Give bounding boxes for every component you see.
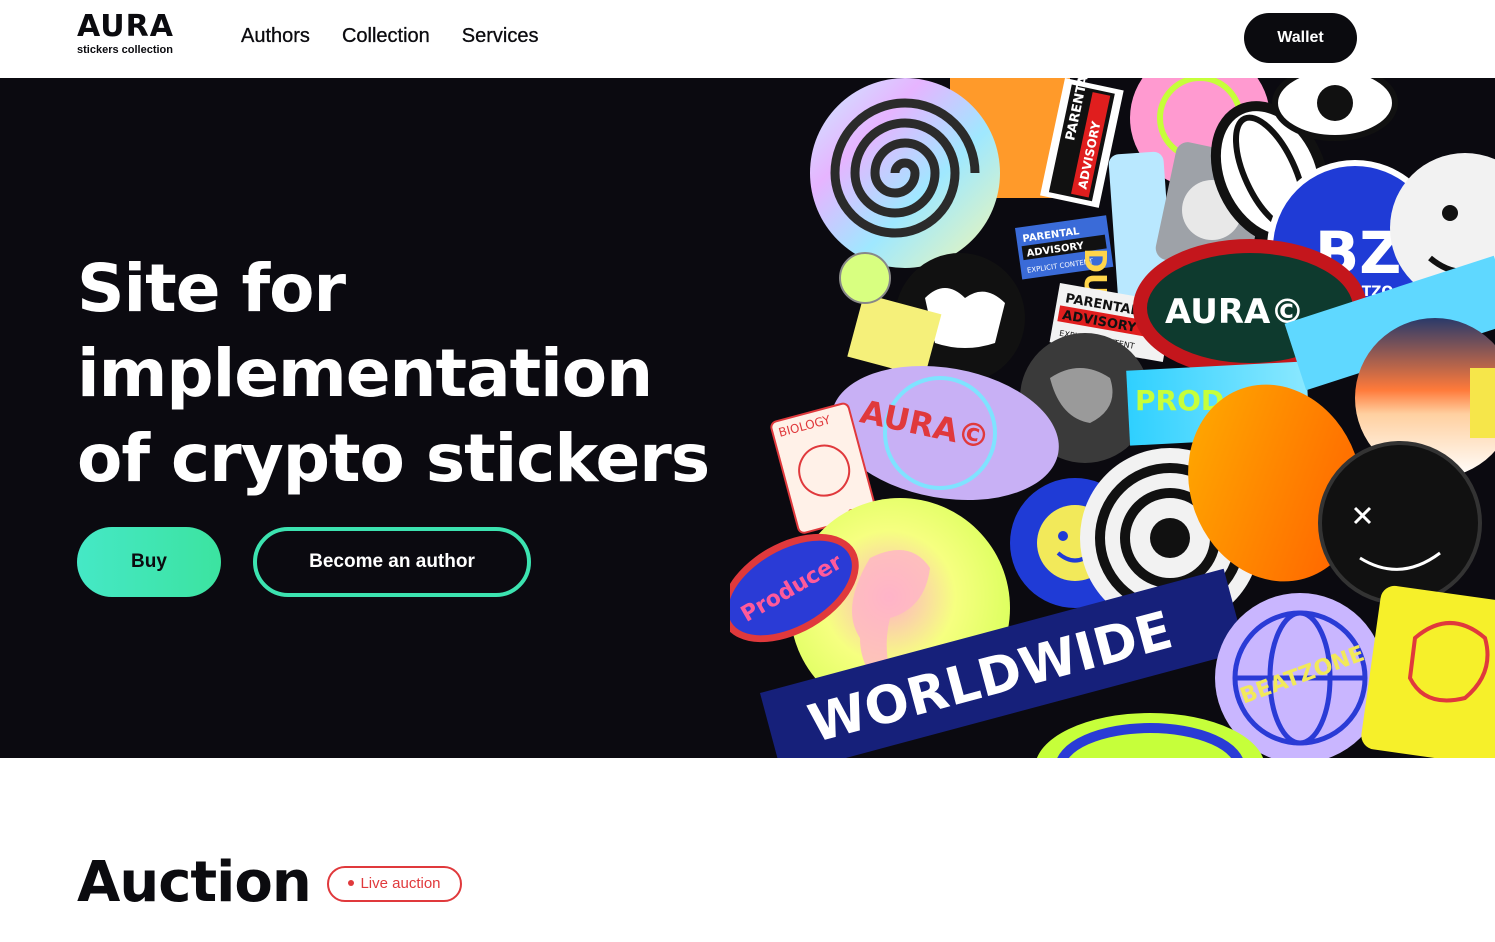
hero-title: Site for implementation of crypto sticke… (77, 246, 777, 501)
auction-title: Auction (77, 850, 312, 915)
sticker-mini-globe (839, 252, 891, 304)
svg-text:AURA©: AURA© (1165, 292, 1304, 332)
hero-title-line: Site for (77, 250, 346, 327)
live-dot-icon (348, 880, 355, 887)
sticker-pig (1361, 585, 1495, 758)
buy-button[interactable]: Buy (77, 527, 221, 597)
hero-title-line: of crypto stickers (77, 420, 710, 497)
sticker-black-smiley (1318, 441, 1482, 605)
sticker-collage-image: PARENTAL ADVISORY PARENTAL ADVISORY EXPL… (730, 78, 1495, 758)
hero-title-line: implementation (77, 335, 653, 412)
nav-collection[interactable]: Collection (342, 24, 430, 48)
nav-services[interactable]: Services (462, 24, 539, 48)
nav-authors[interactable]: Authors (241, 24, 310, 48)
site-header: AURA stickers collection Authors Collect… (0, 0, 1495, 78)
logo-subtitle: stickers collection (77, 44, 173, 56)
live-auction-label: Live auction (360, 875, 441, 892)
logo-title: AURA (77, 9, 174, 44)
sticker-yellow-strip (1470, 368, 1495, 438)
hero-section: Site for implementation of crypto sticke… (0, 78, 1495, 758)
become-author-button[interactable]: Become an author (253, 527, 531, 597)
live-auction-badge[interactable]: Live auction (327, 866, 462, 902)
wallet-button[interactable]: Wallet (1244, 13, 1357, 63)
logo[interactable]: AURA stickers collection (77, 9, 174, 57)
main-nav: Authors Collection Services (241, 24, 539, 48)
